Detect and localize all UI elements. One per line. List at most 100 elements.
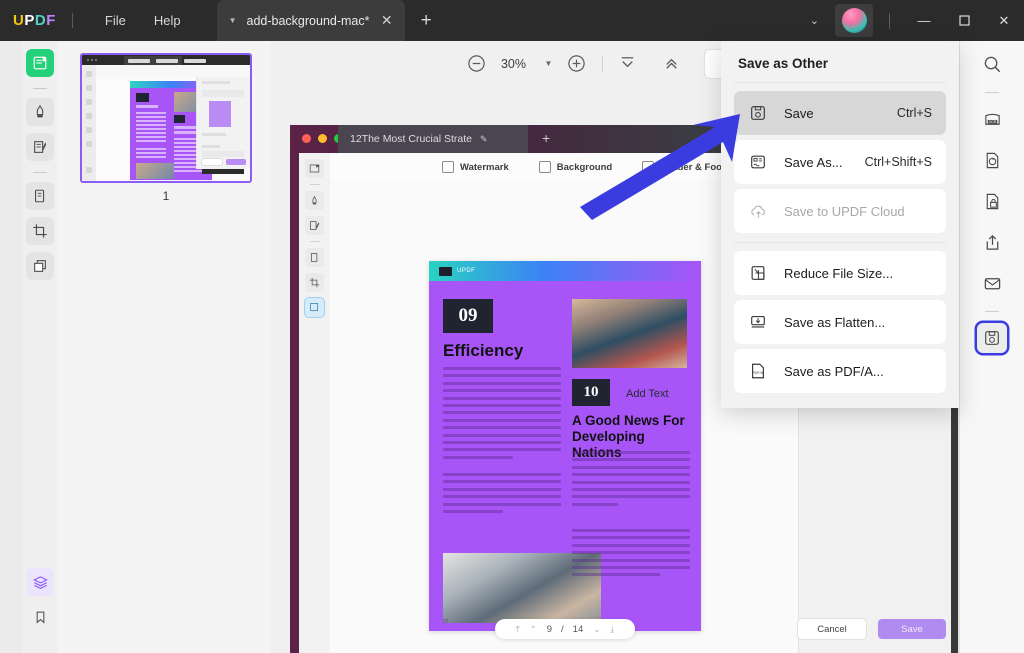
fit-page-icon[interactable] xyxy=(613,49,643,79)
sidebar-item-comment[interactable] xyxy=(26,98,54,126)
mac-traffic-lights xyxy=(302,134,343,143)
next-page-icon: ⌄ xyxy=(593,624,600,635)
save-as-icon xyxy=(748,152,768,172)
background-label: Background xyxy=(557,162,612,173)
current-page: 9 xyxy=(547,624,552,635)
menu-item-label: Save As... xyxy=(784,155,843,170)
save-icon xyxy=(748,103,768,123)
first-page-icon: ⤒ xyxy=(516,624,520,635)
divider xyxy=(985,311,999,312)
menu-item-shortcut: Ctrl+S xyxy=(897,106,932,120)
menu-item-save-as-pdfa[interactable]: PDF/A Save as PDF/A... xyxy=(734,349,946,393)
menu-title: Save as Other xyxy=(721,41,959,82)
menu-item-shortcut: Ctrl+Shift+S xyxy=(865,155,932,169)
close-window-button[interactable]: ✕ xyxy=(984,0,1024,41)
chevron-down-icon[interactable]: ▼ xyxy=(229,16,237,25)
watermark-label: Watermark xyxy=(460,162,509,173)
ocr-icon[interactable]: OCR xyxy=(977,104,1007,134)
embedded-tab-title: 12The Most Crucial Strate xyxy=(350,133,478,145)
search-icon[interactable] xyxy=(977,49,1007,79)
pdfa-icon: PDF/A xyxy=(748,361,768,381)
photo-two-women-at-desk xyxy=(572,299,687,368)
minimize-button[interactable]: — xyxy=(904,0,944,41)
pdf-logo-text: UPDF xyxy=(457,268,475,274)
body-paragraph-4 xyxy=(572,529,690,581)
menu-item-save-as-flatten[interactable]: Save as Flatten... xyxy=(734,300,946,344)
divider xyxy=(33,88,47,89)
embedded-new-tab-icon: + xyxy=(542,130,550,146)
menu-item-label: Save to UPDF Cloud xyxy=(784,204,905,219)
right-tool-rail: OCR xyxy=(960,41,1024,653)
prev-page-icon: ⌃ xyxy=(530,624,537,635)
divider xyxy=(985,92,999,93)
sidebar-item-layers[interactable] xyxy=(26,568,54,596)
sidebar-item-bookmark[interactable] xyxy=(26,603,54,631)
close-icon[interactable]: ✕ xyxy=(381,12,393,29)
sidebar-item-batch[interactable] xyxy=(26,252,54,280)
embedded-batch-icon-selected xyxy=(305,298,324,317)
page-number-group: 9 / 14 xyxy=(547,624,584,635)
last-page-icon: ⤓ xyxy=(610,624,614,635)
section-number-09: 09 xyxy=(443,299,493,333)
new-tab-button[interactable]: + xyxy=(421,10,432,32)
embedded-background-button: Background xyxy=(539,161,612,173)
chevron-down-icon[interactable]: ▼ xyxy=(536,59,562,68)
reduce-size-icon xyxy=(748,263,768,283)
menu-item-save[interactable]: Save Ctrl+S xyxy=(734,91,946,135)
divider xyxy=(72,13,73,28)
thumbnail-page-number: 1 xyxy=(80,189,252,203)
sidebar-item-crop[interactable] xyxy=(26,217,54,245)
account-avatar-button[interactable] xyxy=(835,4,873,37)
divider xyxy=(734,242,946,243)
avatar xyxy=(842,8,867,33)
embedded-crop-icon xyxy=(305,273,324,292)
menu-item-label: Reduce File Size... xyxy=(784,266,893,281)
menu-help[interactable]: Help xyxy=(140,8,195,33)
menu-item-label: Save as Flatten... xyxy=(784,315,885,330)
pdf-page-preview: UPDF 09 Efficiency xyxy=(429,261,701,631)
header-footer-icon xyxy=(642,161,654,173)
embedded-organize-icon xyxy=(305,248,324,267)
sidebar-item-organize-pages[interactable] xyxy=(26,182,54,210)
menu-item-label: Save as PDF/A... xyxy=(784,364,884,379)
page-thumbnail-1[interactable] xyxy=(80,53,252,183)
page-footer-number: 07 xyxy=(443,619,449,625)
sidebar-item-edit-pdf[interactable] xyxy=(26,133,54,161)
menu-file[interactable]: File xyxy=(91,8,140,33)
embedded-comment-icon xyxy=(305,191,324,210)
share-icon[interactable] xyxy=(977,227,1007,257)
menu-item-label: Save xyxy=(784,106,814,121)
background-icon xyxy=(539,161,551,173)
scroll-up-icon[interactable] xyxy=(657,49,687,79)
sidebar-item-reader[interactable] xyxy=(26,49,54,77)
menu-item-reduce-file-size[interactable]: Reduce File Size... xyxy=(734,251,946,295)
save-as-other-icon[interactable] xyxy=(977,323,1007,353)
chevron-down-icon[interactable]: ⌄ xyxy=(794,14,835,27)
embedded-reader-icon xyxy=(305,159,324,178)
save-as-other-menu: Save as Other Save Ctrl+S Save As... Ctr… xyxy=(721,41,959,408)
protect-lock-icon[interactable] xyxy=(977,186,1007,216)
svg-text:OCR: OCR xyxy=(988,120,996,124)
convert-pdf-icon[interactable] xyxy=(977,145,1007,175)
add-text-placeholder: Add Text xyxy=(626,388,669,400)
zoom-in-icon[interactable] xyxy=(562,49,592,79)
menu-item-save-to-cloud[interactable]: Save to UPDF Cloud xyxy=(734,189,946,233)
updf-mark-icon xyxy=(439,267,452,276)
divider xyxy=(734,82,946,83)
thumbnail-panel: 1 xyxy=(58,41,270,653)
divider xyxy=(33,172,47,173)
embedded-left-rail xyxy=(299,153,330,653)
titlebar-right-group: ⌄ — ✕ xyxy=(794,0,1024,41)
save-button: Save xyxy=(878,619,946,639)
embedded-tab: 12The Most Crucial Strate ✎ xyxy=(338,125,528,153)
watermark-icon xyxy=(442,161,454,173)
title-bar: UPDF File Help ▼ add-background-mac* ✕ +… xyxy=(0,0,1024,41)
heading-efficiency: Efficiency xyxy=(443,341,523,361)
maximize-button[interactable] xyxy=(944,0,984,41)
zoom-out-icon[interactable] xyxy=(462,49,492,79)
tab-title: add-background-mac* xyxy=(247,14,371,28)
email-icon[interactable] xyxy=(977,268,1007,298)
zoom-level[interactable]: 30% xyxy=(492,57,536,71)
document-tab[interactable]: ▼ add-background-mac* ✕ xyxy=(217,0,405,41)
menu-item-save-as[interactable]: Save As... Ctrl+Shift+S xyxy=(734,140,946,184)
